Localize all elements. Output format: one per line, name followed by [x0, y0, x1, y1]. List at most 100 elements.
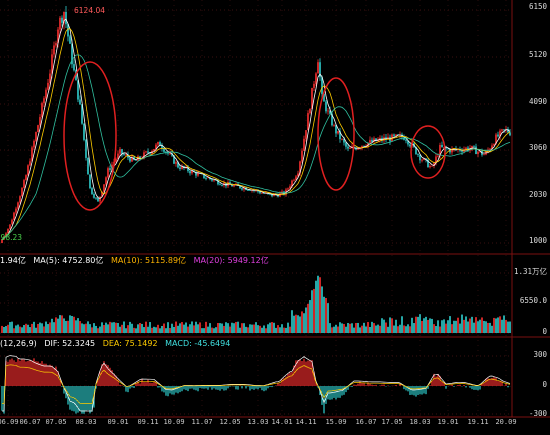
candle-body [405, 140, 407, 141]
volume-bar [409, 326, 411, 333]
volume-bar [159, 328, 161, 333]
macd-histogram-bar [263, 386, 264, 391]
macd-histogram-bar [215, 386, 216, 390]
candle-body [475, 147, 477, 155]
candle-body [79, 100, 81, 105]
volume-bar [57, 319, 59, 333]
macd-histogram-bar [337, 386, 338, 398]
volume-bar [67, 321, 69, 333]
volume-bar [155, 327, 157, 333]
macd-histogram-bar [213, 386, 214, 388]
candle-body [95, 198, 97, 199]
macd-histogram-bar [237, 386, 238, 390]
ma-line-short [2, 19, 510, 239]
candle-body [461, 151, 463, 152]
volume-bar [395, 320, 397, 333]
volume-bar [151, 328, 153, 333]
volume-bar [455, 321, 457, 333]
volume-bar [503, 315, 505, 333]
volume-bar [143, 327, 145, 333]
volume-bar [335, 325, 337, 333]
volume-bar [315, 281, 317, 333]
price-axis-tick: 1000 [529, 236, 547, 245]
volume-bar [213, 328, 215, 333]
macd-histogram-bar [43, 364, 44, 386]
macd-histogram-bar [51, 366, 52, 386]
kline-chart[interactable] [0, 0, 550, 431]
volume-bar [135, 328, 137, 333]
macd-histogram-bar [253, 386, 254, 390]
volume-bar [323, 297, 325, 333]
candle-body [35, 132, 37, 141]
volume-bar [343, 324, 345, 333]
volume-bar [289, 327, 291, 333]
volume-bar [291, 310, 293, 333]
macd-histogram-bar [353, 385, 354, 386]
volume-bar [295, 315, 297, 333]
volume-bar [185, 322, 187, 333]
volume-bar [87, 321, 89, 333]
macd-histogram-bar [41, 361, 42, 386]
macd-histogram-bar [365, 385, 366, 386]
macd-histogram-bar [287, 374, 288, 386]
macd-histogram-bar [9, 360, 10, 386]
volume-bar [115, 323, 117, 333]
volume-bar [437, 320, 439, 333]
macd-histogram-bar [305, 361, 306, 386]
volume-bar [23, 325, 25, 333]
macd-histogram-bar [37, 361, 38, 386]
macd-histogram-bar [463, 385, 464, 386]
candle-body [429, 166, 431, 167]
stock-chart-window[interactable]: 6124.04 1998.23 6150 5120 4090 3060 2030… [0, 0, 550, 431]
candle-body [219, 184, 221, 185]
volume-bar [33, 322, 35, 333]
time-axis-label: 08.03 [75, 418, 96, 426]
candle-body [347, 147, 349, 149]
volume-bar [111, 322, 113, 333]
volume-bar [505, 320, 507, 333]
candle-body [33, 141, 35, 148]
candle-body [441, 145, 443, 147]
candle-body [119, 149, 121, 153]
volume-bar [481, 317, 483, 333]
volume-bar [75, 320, 77, 333]
macd-histogram-bar [409, 386, 410, 395]
volume-bar [205, 322, 207, 333]
macd-histogram-bar [29, 360, 30, 386]
macd-histogram-bar [379, 385, 380, 386]
volume-bar [413, 323, 415, 333]
volume-bar [99, 327, 101, 333]
volume-bar [201, 328, 203, 333]
volume-bar [125, 328, 127, 333]
volume-bar [207, 327, 209, 333]
volume-bar [19, 327, 21, 333]
macd-histogram-bar [249, 386, 250, 390]
macd-histogram-bar [271, 386, 272, 387]
macd-histogram-bar [453, 386, 454, 387]
macd-histogram-bar [47, 365, 48, 386]
volume-ma-bar: 1.94亿 MA(5): 4752.80亿 MA(10): 5115.89亿 M… [0, 255, 274, 266]
volume-bar [285, 328, 287, 333]
volume-bar [221, 324, 223, 333]
macd-histogram-bar [291, 372, 292, 386]
candle-body [99, 197, 101, 202]
volume-bar [329, 323, 331, 333]
time-axis-label: 09.01 [107, 418, 128, 426]
candle-body [349, 148, 351, 149]
volume-bar [191, 321, 193, 333]
volume-bar [415, 317, 417, 333]
price-panel [1, 6, 511, 243]
macd-histogram-bar [89, 386, 90, 413]
candle-body [163, 149, 165, 152]
macd-histogram-bar [131, 386, 132, 387]
volume-bar [283, 328, 285, 333]
volume-bar [307, 304, 309, 333]
volume-bar [15, 325, 17, 333]
volume-bar [73, 317, 75, 333]
candle-body [69, 36, 71, 43]
candle-body [327, 111, 329, 112]
candle-body [59, 18, 61, 30]
volume-bar [1, 326, 3, 333]
candle-body [489, 149, 491, 150]
macd-bar: (12,26,9) DIF: 52.3245 DEA: 75.1492 MACD… [0, 338, 235, 349]
